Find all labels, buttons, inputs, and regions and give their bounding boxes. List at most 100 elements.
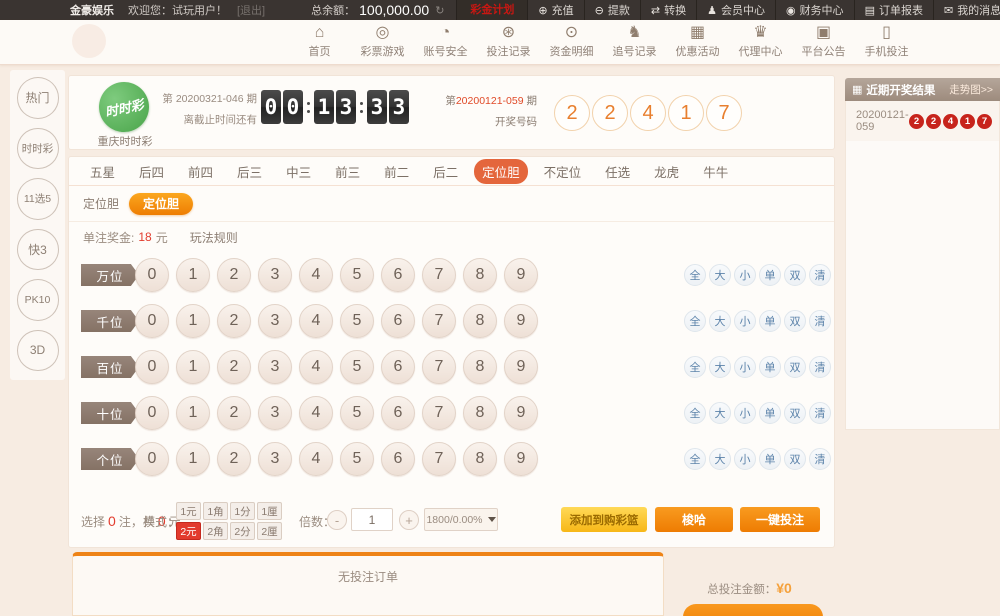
quick-pick-button[interactable]: 单 (759, 402, 781, 424)
quick-pick-button[interactable]: 全 (684, 402, 706, 424)
digit-button[interactable]: 2 (217, 442, 251, 476)
digit-button[interactable]: 9 (504, 304, 538, 338)
digit-button[interactable]: 4 (299, 442, 333, 476)
digit-button[interactable]: 7 (422, 396, 456, 430)
digit-button[interactable]: 4 (299, 258, 333, 292)
digit-button[interactable]: 7 (422, 258, 456, 292)
digit-button[interactable]: 5 (340, 258, 374, 292)
topbar-item[interactable]: ♟会员中心 (697, 0, 776, 20)
digit-button[interactable]: 8 (463, 442, 497, 476)
digit-button[interactable]: 0 (135, 304, 169, 338)
nav-item[interactable]: ⊛投注记录 (481, 24, 536, 59)
sidebar-game-item[interactable]: 快3 (17, 229, 59, 271)
digit-button[interactable]: 1 (176, 396, 210, 430)
digit-button[interactable]: 3 (258, 258, 292, 292)
sidebar-game-item[interactable]: 3D (17, 330, 59, 372)
digit-button[interactable]: 9 (504, 258, 538, 292)
promo-link[interactable]: 彩金计划 (456, 0, 528, 20)
money-mode-button[interactable]: 1厘 (257, 502, 282, 520)
digit-button[interactable]: 3 (258, 396, 292, 430)
digit-button[interactable]: 1 (176, 350, 210, 384)
nav-item[interactable]: ◎彩票游戏 (355, 24, 410, 59)
digit-button[interactable]: 6 (381, 304, 415, 338)
nav-item[interactable]: ⊙资金明细 (544, 24, 599, 59)
digit-button[interactable]: 4 (299, 396, 333, 430)
digit-button[interactable]: 8 (463, 350, 497, 384)
money-mode-button[interactable]: 2厘 (257, 522, 282, 540)
play-type-tab[interactable]: 后二 (425, 159, 466, 184)
rules-link[interactable]: 玩法规则 (190, 229, 238, 246)
play-type-tab[interactable]: 后三 (229, 159, 270, 184)
digit-button[interactable]: 0 (135, 442, 169, 476)
digit-button[interactable]: 1 (176, 442, 210, 476)
quick-pick-button[interactable]: 全 (684, 448, 706, 470)
all-in-button[interactable]: 梭哈 (655, 507, 733, 532)
digit-button[interactable]: 7 (422, 350, 456, 384)
play-type-tab[interactable]: 中三 (278, 159, 319, 184)
play-type-tab[interactable]: 牛牛 (695, 159, 736, 184)
digit-button[interactable]: 9 (504, 442, 538, 476)
quick-pick-button[interactable]: 双 (784, 264, 806, 286)
play-type-tab[interactable]: 前二 (376, 159, 417, 184)
digit-button[interactable]: 2 (217, 396, 251, 430)
nav-item[interactable]: ♞追号记录 (607, 24, 662, 59)
digit-button[interactable]: 2 (217, 350, 251, 384)
digit-button[interactable]: 0 (135, 258, 169, 292)
digit-button[interactable]: 4 (299, 304, 333, 338)
multiplier-minus-button[interactable]: - (327, 510, 347, 530)
money-mode-button[interactable]: 2元 (176, 522, 201, 540)
multiplier-plus-button[interactable]: + (399, 510, 419, 530)
digit-button[interactable]: 2 (217, 304, 251, 338)
digit-button[interactable]: 2 (217, 258, 251, 292)
digit-button[interactable]: 0 (135, 350, 169, 384)
play-type-tab[interactable]: 定位胆 (474, 159, 528, 184)
quick-pick-button[interactable]: 小 (734, 448, 756, 470)
money-mode-button[interactable]: 2分 (230, 522, 255, 540)
digit-button[interactable]: 8 (463, 258, 497, 292)
digit-button[interactable]: 1 (176, 304, 210, 338)
play-type-tab[interactable]: 不定位 (536, 159, 590, 184)
quick-pick-button[interactable]: 清 (809, 310, 831, 332)
sidebar-game-item[interactable]: 热门 (17, 77, 59, 119)
quick-pick-button[interactable]: 单 (759, 356, 781, 378)
sidebar-game-item[interactable]: PK10 (17, 279, 59, 321)
topbar-item[interactable]: ◉财务中心 (776, 0, 855, 20)
add-to-cart-button[interactable]: 添加到购彩篮 (561, 507, 647, 532)
nav-item[interactable]: ▣平台公告 (796, 24, 851, 59)
money-mode-button[interactable]: 1元 (176, 502, 201, 520)
quick-pick-button[interactable]: 双 (784, 310, 806, 332)
digit-button[interactable]: 3 (258, 350, 292, 384)
digit-button[interactable]: 3 (258, 442, 292, 476)
play-type-tab[interactable]: 前三 (327, 159, 368, 184)
rebate-dropdown[interactable]: 1800/0.00% (424, 508, 498, 531)
quick-pick-button[interactable]: 大 (709, 310, 731, 332)
sidebar-game-item[interactable]: 11选5 (17, 178, 59, 220)
quick-pick-button[interactable]: 单 (759, 448, 781, 470)
quick-pick-button[interactable]: 清 (809, 448, 831, 470)
quick-pick-button[interactable]: 大 (709, 264, 731, 286)
digit-button[interactable]: 6 (381, 396, 415, 430)
quick-pick-button[interactable]: 清 (809, 264, 831, 286)
quick-pick-button[interactable]: 全 (684, 310, 706, 332)
quick-pick-button[interactable]: 双 (784, 356, 806, 378)
digit-button[interactable]: 9 (504, 350, 538, 384)
digit-button[interactable]: 4 (299, 350, 333, 384)
multiplier-input[interactable] (351, 508, 393, 531)
nav-item[interactable]: ▦优惠活动 (670, 24, 725, 59)
topbar-item[interactable]: ⊕充值 (528, 0, 584, 20)
quick-pick-button[interactable]: 小 (734, 356, 756, 378)
play-type-tab[interactable]: 前四 (180, 159, 221, 184)
trend-chart-link[interactable]: 走势图>> (949, 82, 993, 97)
quick-pick-button[interactable]: 大 (709, 356, 731, 378)
digit-button[interactable]: 1 (176, 258, 210, 292)
digit-button[interactable]: 6 (381, 258, 415, 292)
quick-pick-button[interactable]: 单 (759, 264, 781, 286)
quick-pick-button[interactable]: 大 (709, 402, 731, 424)
quick-bet-button[interactable]: 一键投注 (740, 507, 820, 532)
nav-item[interactable]: ◔账号安全 (418, 24, 473, 59)
money-mode-button[interactable]: 1分 (230, 502, 255, 520)
digit-button[interactable]: 6 (381, 350, 415, 384)
quick-pick-button[interactable]: 清 (809, 356, 831, 378)
quick-pick-button[interactable]: 小 (734, 402, 756, 424)
quick-pick-button[interactable]: 小 (734, 264, 756, 286)
